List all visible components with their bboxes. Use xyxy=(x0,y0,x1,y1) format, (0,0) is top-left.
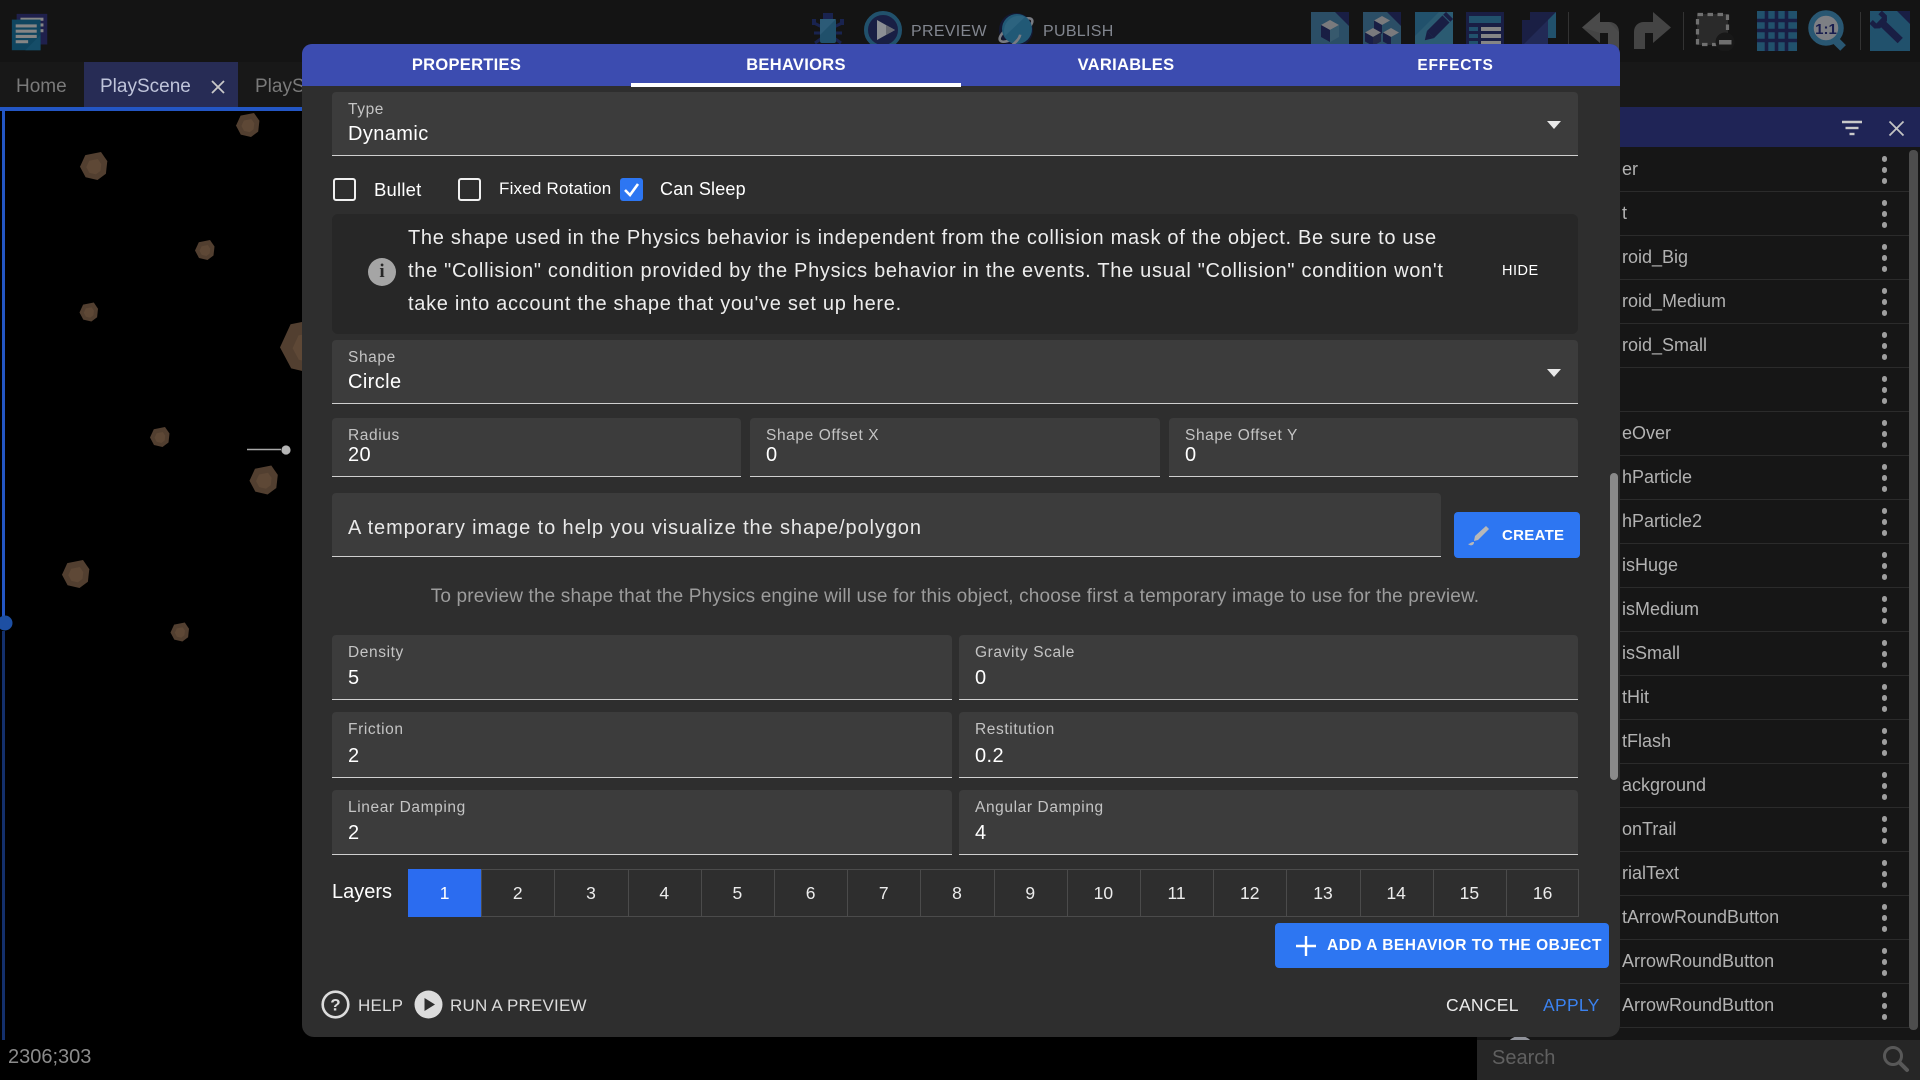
svg-text:?: ? xyxy=(330,996,340,1015)
svg-text:1:1: 1:1 xyxy=(1815,21,1837,38)
